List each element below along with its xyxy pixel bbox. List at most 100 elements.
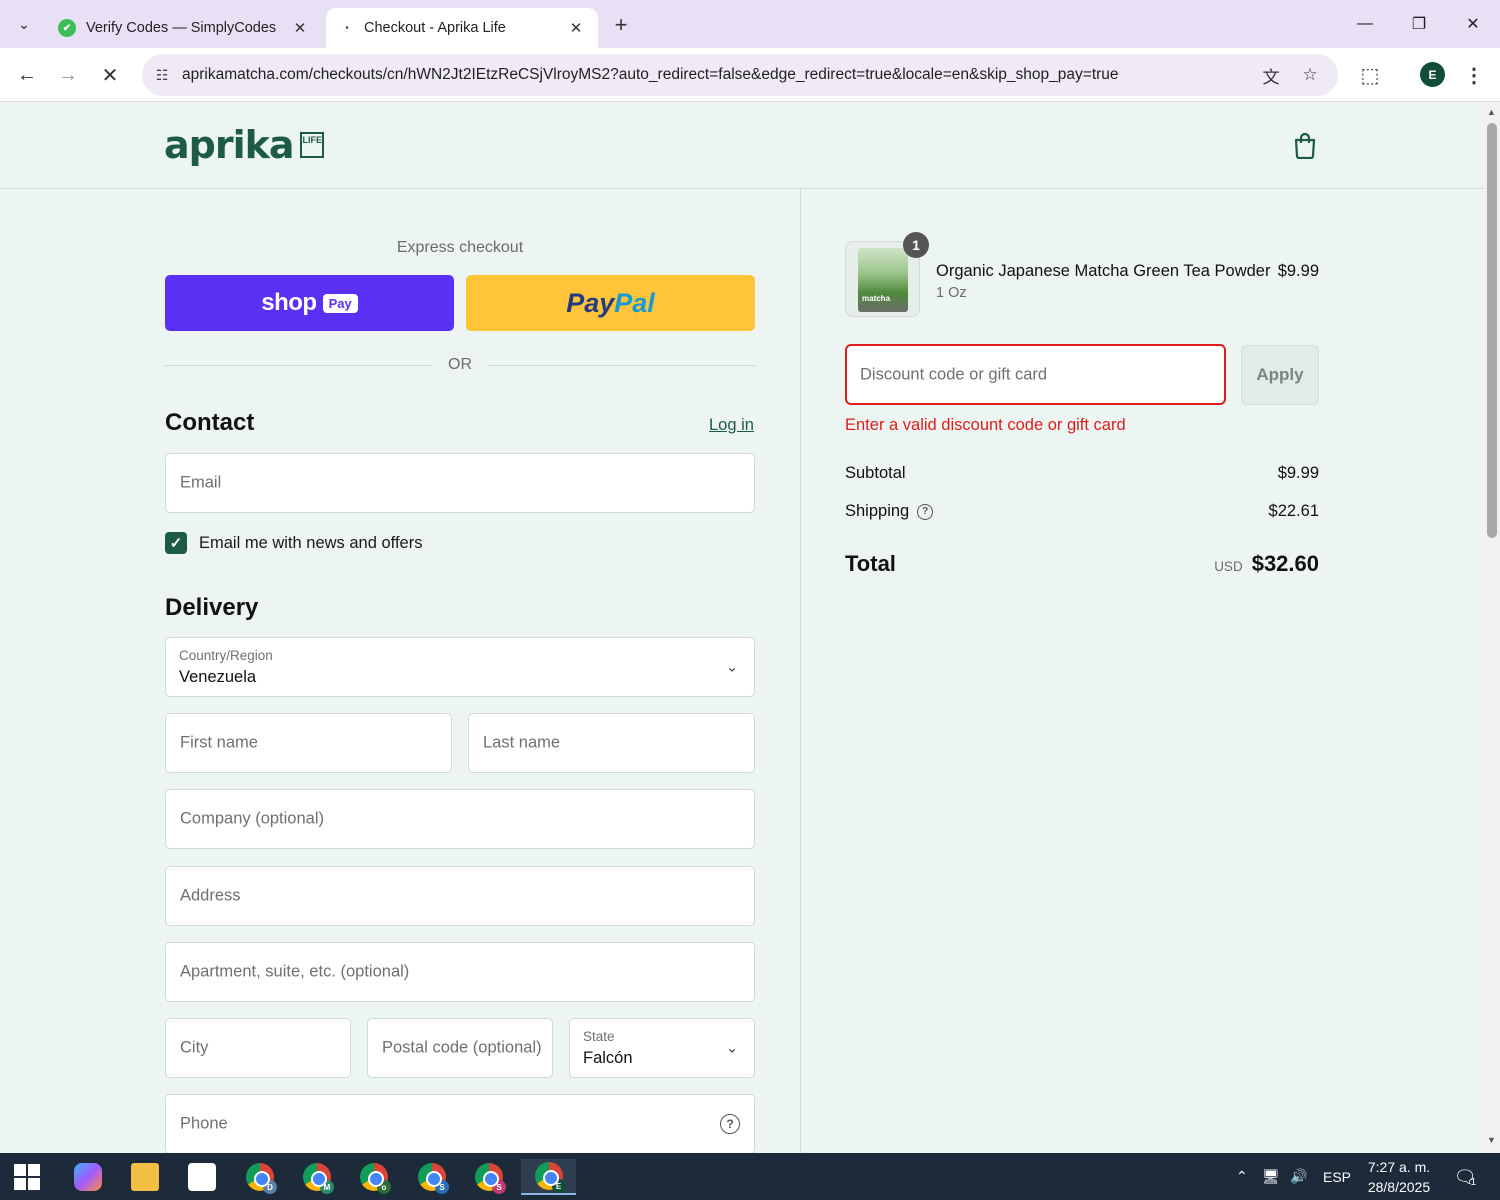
taskbar-clock[interactable]: 7:27 a. m. 28/8/2025 xyxy=(1364,1157,1434,1197)
postal-code-field[interactable]: Postal code (optional) xyxy=(367,1018,553,1078)
address-bar[interactable]: ☷ aprikamatcha.com/checkouts/cn/hWN2Jt2I… xyxy=(142,54,1338,96)
tab-checkout[interactable]: ◔ Checkout - Aprika Life ✕ xyxy=(326,8,598,48)
shipping-label-group: Shipping ? xyxy=(845,502,934,521)
newsletter-checkbox[interactable]: ✓ xyxy=(165,532,187,554)
help-question-icon[interactable]: ? xyxy=(720,1114,740,1134)
profile-badge: S xyxy=(435,1180,449,1194)
last-name-placeholder: Last name xyxy=(483,733,561,752)
tab-search-chevron-icon[interactable]: ⌄ xyxy=(10,10,38,38)
minimize-button[interactable]: — xyxy=(1350,10,1380,38)
company-placeholder: Company (optional) xyxy=(180,809,324,828)
contact-heading: Contact xyxy=(165,409,255,436)
package-label: matcha xyxy=(862,294,891,303)
apartment-field[interactable]: Apartment, suite, etc. (optional) xyxy=(165,942,755,1002)
express-checkout-label: Express checkout xyxy=(396,239,524,256)
profile-badge: D xyxy=(263,1180,277,1194)
chrome-profile-s-icon[interactable]: S xyxy=(412,1159,452,1195)
email-field[interactable]: Email xyxy=(165,453,755,513)
translate-icon[interactable]: 文 xyxy=(1258,62,1284,88)
first-name-placeholder: First name xyxy=(180,733,258,752)
shipping-help-icon[interactable]: ? xyxy=(917,503,934,520)
page-scrollbar[interactable]: ▲ ▼ xyxy=(1484,103,1500,1153)
notification-count: 1 xyxy=(1470,1176,1477,1188)
phone-placeholder: Phone xyxy=(180,1114,228,1133)
bookmark-star-icon[interactable]: ☆ xyxy=(1297,62,1323,88)
chrome-profile-e-icon[interactable]: E xyxy=(521,1159,576,1195)
profile-avatar[interactable]: E xyxy=(1420,62,1445,87)
windows-taskbar: D M o S S E ⌃ 🖥 🔊 ESP 7:27 a. m. 28/8/20… xyxy=(0,1153,1500,1200)
city-field[interactable]: City xyxy=(165,1018,351,1078)
tab-title: Verify Codes — SimplyCodes xyxy=(86,20,277,36)
newsletter-option[interactable]: ✓ Email me with news and offers xyxy=(165,532,422,554)
state-select[interactable]: State Falcón ⌄ xyxy=(569,1018,755,1078)
tab-close-icon[interactable]: ✕ xyxy=(290,18,310,38)
shopping-bag-icon[interactable] xyxy=(1292,131,1318,159)
network-icon[interactable]: 🖥 xyxy=(1262,1153,1280,1200)
state-label: State xyxy=(583,1029,615,1044)
quantity-badge: 1 xyxy=(903,232,929,258)
discount-error-message: Enter a valid discount code or gift card xyxy=(845,416,1126,434)
product-variant: 1 Oz xyxy=(936,285,967,301)
city-placeholder: City xyxy=(180,1038,209,1057)
country-region-select[interactable]: Country/Region Venezuela ⌄ xyxy=(165,637,755,697)
volume-icon[interactable]: 🔊 xyxy=(1290,1153,1307,1200)
tab-close-icon[interactable]: ✕ xyxy=(566,18,586,38)
logo-wordmark: aprika xyxy=(164,123,295,167)
or-text: OR xyxy=(448,356,472,373)
profile-badge: E xyxy=(551,1179,566,1193)
show-hidden-icons-chevron-icon[interactable]: ⌃ xyxy=(1236,1153,1248,1200)
chevron-down-icon: ⌄ xyxy=(726,658,738,675)
back-button[interactable]: ← xyxy=(12,60,42,90)
profile-badge: S xyxy=(492,1180,506,1194)
close-window-button[interactable]: ✕ xyxy=(1458,10,1488,38)
chrome-profile-s2-icon[interactable]: S xyxy=(469,1159,509,1195)
total-amount-group: USD $32.60 xyxy=(1214,551,1319,577)
product-price: $9.99 xyxy=(1277,262,1319,280)
shop-pay-wordmark: shop xyxy=(261,289,317,316)
shop-pay-button[interactable]: shop Pay xyxy=(165,275,454,331)
total-value: $32.60 xyxy=(1251,551,1319,576)
first-name-field[interactable]: First name xyxy=(165,713,452,773)
restore-button[interactable]: ❐ xyxy=(1404,10,1434,38)
language-indicator[interactable]: ESP xyxy=(1323,1153,1351,1200)
clock-date: 28/8/2025 xyxy=(1367,1179,1431,1195)
chrome-profile-o-icon[interactable]: o xyxy=(354,1159,394,1195)
extensions-puzzle-icon[interactable]: ⬚ xyxy=(1355,60,1385,90)
product-name: Organic Japanese Matcha Green Tea Powder xyxy=(936,262,1271,280)
chrome-profile-d-icon[interactable]: D xyxy=(240,1159,280,1195)
log-in-link[interactable]: Log in xyxy=(709,416,754,435)
scroll-up-arrow-icon[interactable]: ▲ xyxy=(1487,107,1496,117)
new-tab-button[interactable]: + xyxy=(608,12,634,38)
aprika-life-logo[interactable]: aprika LIFE xyxy=(164,123,324,167)
browser-menu-icon[interactable]: ⋮ xyxy=(1462,60,1486,90)
site-info-icon[interactable]: ☷ xyxy=(142,55,182,95)
scroll-thumb[interactable] xyxy=(1487,123,1497,538)
url-text[interactable]: aprikamatcha.com/checkouts/cn/hWN2Jt2IEt… xyxy=(182,66,1252,84)
address-field[interactable]: Address xyxy=(165,866,755,926)
apply-discount-button[interactable]: Apply xyxy=(1241,345,1319,405)
product-thumbnail: matcha 1 xyxy=(845,232,929,317)
scroll-down-arrow-icon[interactable]: ▼ xyxy=(1487,1135,1496,1145)
country-value: Venezuela xyxy=(179,668,257,686)
file-explorer-icon[interactable] xyxy=(125,1159,165,1195)
subtotal-value: $9.99 xyxy=(1277,464,1319,482)
copilot-app-icon[interactable] xyxy=(68,1159,108,1195)
simplycodes-favicon-icon: ✔ xyxy=(58,19,76,37)
notifications-icon[interactable]: 🗨 1 xyxy=(1450,1163,1480,1191)
chrome-profile-m-icon[interactable]: M xyxy=(297,1159,337,1195)
or-divider-line xyxy=(488,364,755,366)
company-field[interactable]: Company (optional) xyxy=(165,789,755,849)
start-windows-icon[interactable] xyxy=(14,1164,40,1190)
apartment-placeholder: Apartment, suite, etc. (optional) xyxy=(180,962,410,981)
profile-badge: M xyxy=(320,1180,334,1194)
microsoft-store-icon[interactable] xyxy=(182,1159,222,1195)
stop-loading-button[interactable]: ✕ xyxy=(95,60,125,90)
forward-button[interactable]: → xyxy=(53,60,83,90)
phone-field[interactable]: Phone ? xyxy=(165,1094,755,1153)
last-name-field[interactable]: Last name xyxy=(468,713,755,773)
discount-code-field[interactable]: Discount code or gift card xyxy=(845,344,1226,405)
tab-simplycodes[interactable]: ✔ Verify Codes — SimplyCodes ✕ xyxy=(46,8,322,48)
loading-favicon-icon: ◔ xyxy=(342,21,350,35)
paypal-button[interactable]: Pay Pal xyxy=(466,275,755,331)
browser-tab-bar: ⌄ ✔ Verify Codes — SimplyCodes ✕ ◔ Check… xyxy=(0,0,1500,48)
